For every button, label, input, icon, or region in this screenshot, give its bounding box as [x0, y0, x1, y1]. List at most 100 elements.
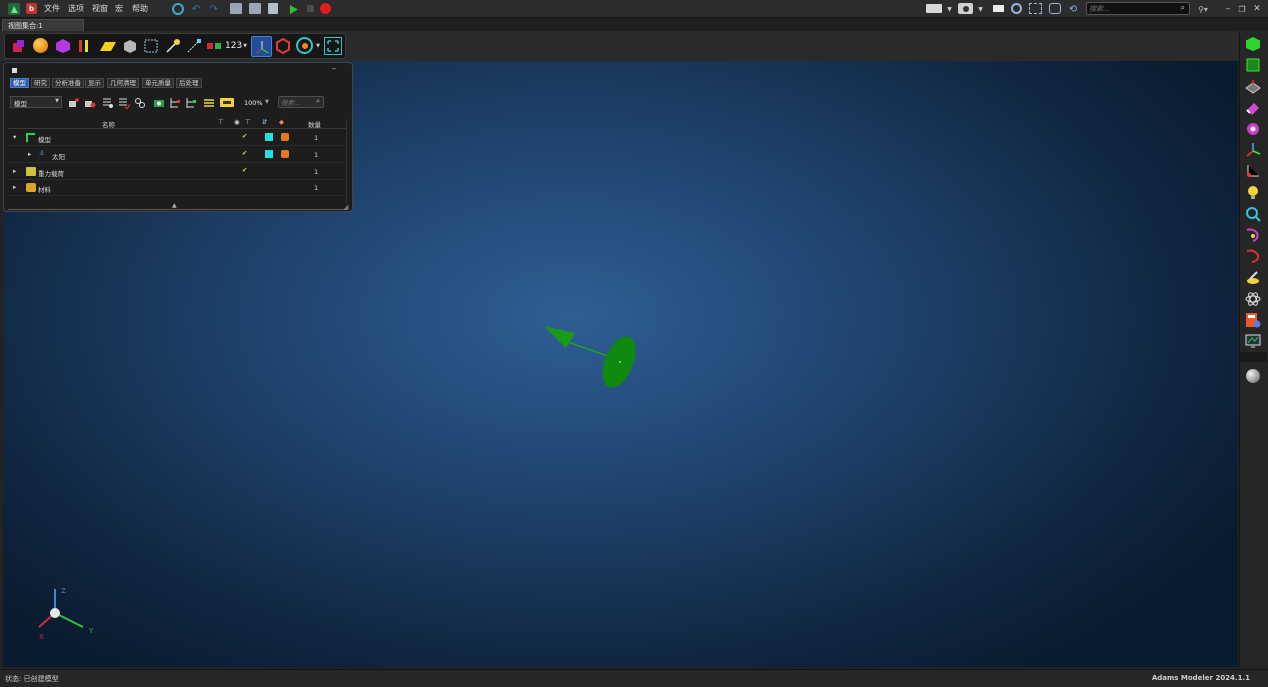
probe-icon[interactable]: [1245, 206, 1261, 222]
redo-icon[interactable]: ↷: [208, 3, 220, 15]
camera-video-icon[interactable]: [926, 4, 942, 13]
surface-icon[interactable]: [99, 38, 117, 54]
fit-all-icon[interactable]: [324, 37, 342, 55]
panel-search[interactable]: ⌕: [278, 96, 324, 108]
sphere-icon[interactable]: [33, 38, 48, 53]
remove-item-icon[interactable]: [84, 97, 96, 109]
marker-icon[interactable]: [165, 38, 181, 54]
color-icon[interactable]: ⇵: [262, 118, 267, 126]
color-swatch[interactable]: [265, 133, 273, 141]
global-search[interactable]: ⌕: [1086, 2, 1190, 15]
expand-arrow-icon[interactable]: ▸: [28, 150, 31, 158]
material-icon[interactable]: ◆: [279, 118, 284, 126]
color-swatch[interactable]: [265, 150, 273, 158]
zoom-icon[interactable]: [1011, 3, 1022, 14]
menu-file[interactable]: 文件: [44, 3, 60, 14]
wrench-icon[interactable]: [1245, 270, 1261, 286]
panel-minimize-icon[interactable]: –: [332, 64, 336, 73]
force-icon[interactable]: [205, 38, 223, 54]
hierarchy-icon[interactable]: [169, 97, 181, 109]
counter-label[interactable]: 123: [225, 41, 242, 51]
window-icon[interactable]: [993, 5, 1004, 12]
box-icon[interactable]: [122, 38, 138, 54]
stop-icon[interactable]: [307, 5, 314, 12]
solid-icon[interactable]: [55, 38, 71, 54]
eye-icon[interactable]: ◉: [234, 118, 240, 126]
atom-icon[interactable]: [1245, 291, 1261, 307]
constraint-icon[interactable]: [77, 38, 93, 54]
expand-arrow-icon[interactable]: ▾: [13, 133, 16, 141]
visible-check-icon[interactable]: ✔: [242, 132, 247, 140]
tab-analysis-prep[interactable]: 分析准备: [52, 78, 84, 88]
eraser-icon[interactable]: [1245, 100, 1261, 116]
undo-icon[interactable]: ↶: [190, 3, 202, 15]
chevron-down-icon[interactable]: ▼: [265, 99, 269, 105]
light-bulb-icon[interactable]: [1245, 184, 1261, 200]
add-item-icon[interactable]: [68, 97, 80, 109]
record-icon[interactable]: [320, 3, 331, 14]
tab-display[interactable]: 显示: [85, 78, 104, 88]
chevron-down-icon[interactable]: ▼: [315, 41, 321, 51]
material-icon[interactable]: [281, 133, 289, 141]
coord-system-icon[interactable]: [1245, 163, 1261, 179]
list-check-icon[interactable]: [118, 97, 130, 109]
save-icon[interactable]: [249, 3, 261, 14]
expand-arrow-icon[interactable]: ▸: [13, 183, 16, 191]
help-search-icon[interactable]: ⚲▾: [1196, 3, 1210, 15]
flower-icon[interactable]: [1245, 121, 1261, 137]
visible-check-icon[interactable]: ✔: [242, 166, 247, 174]
vector-icon[interactable]: [186, 38, 202, 54]
resize-grip-icon[interactable]: ◢: [343, 203, 348, 211]
refresh-icon[interactable]: [172, 3, 184, 15]
tree-row-sun[interactable]: ▸ ⚓ 太阳 ✔ 1: [8, 147, 346, 163]
tree-row-gravity[interactable]: ▸ 重力载荷 ✔ 1: [8, 164, 346, 180]
list-view-icon[interactable]: [203, 97, 215, 109]
rotate-view-icon[interactable]: [1049, 3, 1061, 14]
panel-scrollbar[interactable]: [346, 119, 350, 203]
hook-icon[interactable]: [1245, 248, 1261, 264]
tab-postprocess[interactable]: 后处理: [176, 78, 202, 88]
collapse-handle-icon[interactable]: ▲: [172, 202, 177, 209]
view-eye-icon[interactable]: [153, 97, 165, 109]
hexagon-icon[interactable]: [275, 38, 291, 54]
calculator-icon[interactable]: [1245, 312, 1261, 328]
restore-icon[interactable]: ❐: [1236, 3, 1248, 15]
parts-icon[interactable]: [11, 38, 27, 54]
panel-grip-icon[interactable]: [12, 68, 17, 73]
tree-row-model[interactable]: ▾ 模型 ✔ 1: [8, 130, 346, 146]
plane-icon[interactable]: [1245, 79, 1261, 95]
menu-options[interactable]: 选项: [68, 3, 84, 14]
tree-collapse-icon[interactable]: [185, 97, 197, 109]
open-icon[interactable]: [230, 3, 242, 14]
mesh-grid-icon[interactable]: [1245, 57, 1261, 73]
filter-icon[interactable]: ⊤: [218, 118, 224, 126]
mesh-icon[interactable]: [143, 38, 159, 54]
material-sphere-icon[interactable]: [1245, 368, 1261, 384]
link-icon[interactable]: [134, 97, 146, 109]
menu-view[interactable]: 视窗: [92, 3, 108, 14]
chevron-down-icon[interactable]: ▼: [946, 3, 953, 15]
menu-macro[interactable]: 宏: [115, 3, 123, 14]
filter-icon[interactable]: ⊤: [245, 118, 251, 126]
axis-icon[interactable]: [1245, 142, 1261, 158]
plot-monitor-icon[interactable]: [1245, 333, 1261, 349]
menu-help[interactable]: 帮助: [132, 3, 148, 14]
target-icon[interactable]: [296, 37, 313, 54]
spring-icon[interactable]: [1245, 227, 1261, 243]
tab-view-collection[interactable]: 视图集合:1: [2, 19, 84, 31]
screenshot-icon[interactable]: [958, 3, 973, 14]
chevron-down-icon[interactable]: ▼: [242, 41, 248, 51]
tab-model[interactable]: 模型: [10, 78, 29, 88]
list-filter-icon[interactable]: [102, 97, 114, 109]
axis-select-icon[interactable]: [251, 36, 272, 57]
panel-search-input[interactable]: [281, 98, 311, 107]
doc-icon[interactable]: b: [26, 3, 37, 14]
badge-icon[interactable]: [220, 98, 234, 107]
export-icon[interactable]: [268, 3, 278, 14]
tab-geometry-cleanup[interactable]: 几何清理: [107, 78, 139, 88]
zoom-value[interactable]: 100%: [244, 99, 263, 107]
column-count[interactable]: 数量: [308, 119, 321, 129]
fit-icon[interactable]: [1029, 3, 1042, 14]
orbit-icon[interactable]: ⟲: [1067, 3, 1079, 15]
material-icon[interactable]: [281, 150, 289, 158]
